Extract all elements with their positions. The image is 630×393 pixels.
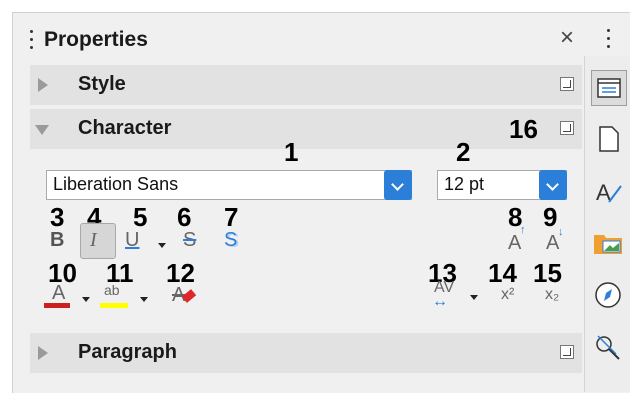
italic-button-frame (80, 223, 116, 259)
expand-arrow-icon[interactable] (38, 78, 48, 92)
properties-icon[interactable] (591, 70, 627, 106)
section-label-paragraph: Paragraph (78, 341, 177, 363)
superscript-button[interactable]: x² (501, 287, 514, 303)
grow-font-button[interactable]: A (508, 233, 521, 253)
collapse-arrow-icon[interactable] (35, 125, 49, 135)
highlight-swatch (100, 303, 128, 308)
italic-button[interactable]: I (90, 230, 97, 250)
font-name-combobox[interactable]: Liberation Sans (46, 170, 412, 200)
arrow-up-icon: ↑ (520, 224, 526, 236)
highlight-dropdown-icon[interactable] (140, 297, 148, 302)
font-color-button[interactable]: A (52, 283, 65, 303)
gallery-icon[interactable] (591, 226, 625, 260)
font-color-dropdown-icon[interactable] (82, 297, 90, 302)
more-options-icon[interactable] (560, 77, 574, 91)
spacing-arrows-icon: ↔ (432, 293, 448, 310)
callout-7: 7 (224, 202, 239, 232)
shadow-button[interactable]: S (224, 230, 237, 250)
section-label-character: Character (78, 117, 172, 139)
callout-16: 16 (509, 114, 538, 144)
callout-12: 12 (166, 258, 195, 288)
section-label-style: Style (78, 73, 126, 95)
close-icon[interactable]: × (560, 24, 574, 52)
panel-title: Properties (44, 28, 148, 51)
arrow-down-icon: ↓ (558, 226, 564, 238)
navigator-icon[interactable] (591, 278, 625, 312)
more-options-icon[interactable] (560, 121, 574, 135)
font-size-value: 12 pt (444, 174, 485, 194)
callout-1: 1 (284, 137, 299, 167)
callout-15: 15 (533, 258, 562, 288)
more-options-icon[interactable] (560, 345, 574, 359)
expand-arrow-icon[interactable] (38, 346, 48, 360)
panel-menu-icon[interactable] (604, 26, 612, 52)
callout-3: 3 (50, 202, 65, 232)
underline-button[interactable]: U (125, 230, 139, 250)
section-character[interactable]: Character (30, 109, 582, 149)
section-style[interactable]: Style (30, 65, 582, 105)
callout-9: 9 (543, 202, 558, 232)
inspector-icon[interactable] (591, 330, 625, 364)
callout-5: 5 (133, 202, 148, 232)
strikethrough-button[interactable]: S (183, 230, 196, 250)
callout-6: 6 (177, 202, 192, 232)
drag-handle-icon[interactable] (28, 28, 34, 52)
bold-button[interactable]: B (50, 230, 64, 250)
chevron-down-icon[interactable] (539, 170, 567, 200)
spacing-dropdown-icon[interactable] (470, 295, 478, 300)
font-color-swatch (44, 303, 70, 308)
callout-14: 14 (488, 258, 517, 288)
chevron-down-icon[interactable] (384, 170, 412, 200)
font-size-combobox[interactable]: 12 pt (437, 170, 567, 200)
sidebar-tab-bar: A (584, 56, 630, 392)
subscript-button[interactable]: x₂ (545, 287, 559, 303)
section-paragraph[interactable]: Paragraph (30, 333, 582, 373)
font-name-value: Liberation Sans (53, 174, 179, 194)
page-icon[interactable] (591, 122, 625, 156)
styles-icon[interactable]: A (591, 174, 625, 208)
callout-2: 2 (456, 137, 471, 167)
underline-dropdown-icon[interactable] (158, 243, 166, 248)
highlight-button[interactable]: ab (104, 283, 120, 297)
